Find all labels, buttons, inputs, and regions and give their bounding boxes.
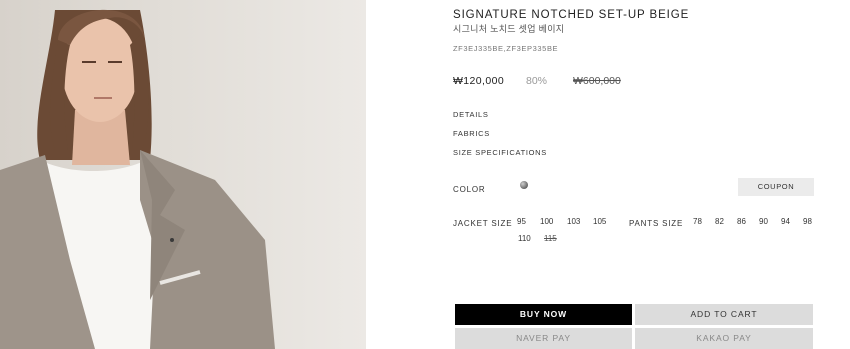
jacket-size-option[interactable]: 95 (517, 217, 526, 226)
product-photo (0, 0, 366, 349)
color-label: COLOR (453, 185, 486, 194)
jacket-size-option[interactable]: 100 (540, 217, 553, 226)
pants-size-option[interactable]: 78 (693, 217, 702, 226)
fabrics-link[interactable]: FABRICS (453, 129, 490, 138)
pants-size-option[interactable]: 98 (803, 217, 812, 226)
naver-pay-button[interactable]: NAVER PAY (455, 328, 632, 349)
size-specifications-link[interactable]: SIZE SPECIFICATIONS (453, 148, 547, 157)
sale-price: ₩120,000 (453, 75, 505, 87)
jacket-size-option[interactable]: 110 (518, 234, 531, 243)
coupon-button[interactable]: COUPON (738, 178, 814, 196)
jacket-size-option[interactable]: 105 (593, 217, 606, 226)
pants-size-option[interactable]: 94 (781, 217, 790, 226)
kakao-pay-button[interactable]: KAKAO PAY (635, 328, 813, 349)
details-link[interactable]: DETAILS (453, 110, 489, 119)
add-to-cart-button[interactable]: ADD TO CART (635, 304, 813, 325)
jacket-size-option-sold-out: 115 (544, 234, 557, 243)
color-swatch[interactable] (520, 181, 528, 189)
jacket-size-option[interactable]: 103 (567, 217, 580, 226)
pants-size-option[interactable]: 90 (759, 217, 768, 226)
original-price: ₩600,000 (573, 75, 621, 87)
jacket-size-label: JACKET SIZE (453, 219, 513, 228)
pants-size-option[interactable]: 86 (737, 217, 746, 226)
pants-size-label: PANTS SIZE (629, 219, 684, 228)
buy-now-button[interactable]: BUY NOW (455, 304, 632, 325)
product-title: SIGNATURE NOTCHED SET-UP BEIGE (453, 9, 690, 21)
model-illustration (0, 9, 275, 349)
discount-rate: 80% (526, 75, 548, 87)
product-code: ZF3EJ335BE,ZF3EP335BE (453, 44, 559, 53)
product-info-panel: SIGNATURE NOTCHED SET-UP BEIGE 시그니처 노치드 … (366, 0, 850, 349)
product-subtitle: 시그니처 노치드 셋업 베이지 (453, 24, 565, 34)
pants-size-option[interactable]: 82 (715, 217, 724, 226)
